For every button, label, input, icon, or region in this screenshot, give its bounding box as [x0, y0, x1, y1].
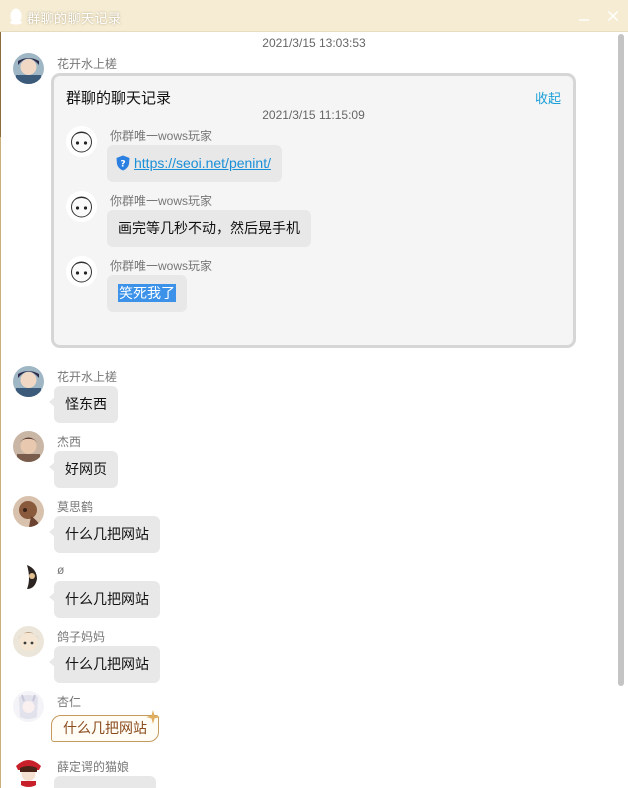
avatar[interactable]	[66, 126, 97, 157]
sender-name: 你群唯一wows玩家	[110, 194, 213, 208]
message-timestamp: 2021/3/15 13:03:53	[262, 36, 366, 50]
avatar[interactable]	[13, 53, 44, 84]
card-timestamp: 2021/3/15 11:15:09	[262, 108, 365, 122]
sender-name: 你群唯一wows玩家	[110, 259, 213, 273]
sender-name: 花开水上槎	[57, 370, 118, 384]
message-bubble[interactable]: 怪东西	[49, 386, 118, 423]
window-left-edge	[0, 32, 1, 788]
message-text: 好网页	[65, 461, 107, 477]
avatar[interactable]	[13, 756, 44, 787]
avatar[interactable]	[66, 191, 97, 222]
avatar[interactable]	[13, 496, 44, 527]
close-button[interactable]	[602, 5, 624, 27]
minimize-button[interactable]	[573, 5, 595, 27]
forwarded-chat-card[interactable]: 群聊的聊天记录 收起 2021/3/15 11:15:09 你群唯一wows玩家…	[51, 73, 576, 348]
close-icon	[608, 11, 618, 21]
message-link[interactable]: https://seoi.net/penint/	[134, 155, 271, 171]
link-message-bubble[interactable]: ? https://seoi.net/penint/	[107, 145, 282, 182]
sparkle-decoration-icon	[146, 710, 160, 724]
shield-question-icon: ?	[116, 155, 130, 171]
avatar[interactable]	[13, 366, 44, 397]
scrollbar-thumb[interactable]	[618, 34, 624, 686]
message-text: 什么几把网站	[65, 656, 149, 672]
message-bubble[interactable]: 什么几把网站	[49, 646, 160, 683]
window-title: 群聊的聊天记录	[27, 11, 122, 26]
sender-name: 花开水上槎	[57, 57, 118, 71]
message-text: 什么几把网站	[65, 526, 149, 542]
sender-name: 薛定谔的猫娘	[57, 760, 130, 774]
sender-name: 鸽子妈妈	[57, 630, 106, 644]
message-bubble[interactable]	[49, 776, 156, 788]
message-text: 怪东西	[65, 396, 107, 412]
message-bubble[interactable]: 什么几把网站	[49, 516, 160, 553]
qq-penguin-icon	[10, 8, 22, 25]
avatar[interactable]	[13, 691, 44, 722]
message-text: 什么几把网站	[63, 720, 147, 736]
sender-name: 莫思鹤	[57, 500, 94, 514]
card-title: 群聊的聊天记录	[66, 90, 172, 107]
message-bubble[interactable]: 笑死我了	[107, 275, 187, 312]
minimize-icon	[579, 19, 589, 21]
message-text: 画完等几秒不动，然后晃手机	[118, 220, 300, 236]
collapse-link[interactable]: 收起	[535, 88, 561, 107]
avatar[interactable]	[66, 256, 97, 287]
decorated-message-bubble[interactable]: 什么几把网站	[51, 715, 159, 742]
sender-name: 杏仁	[57, 695, 82, 709]
message-bubble[interactable]: 画完等几秒不动，然后晃手机	[107, 210, 311, 247]
sender-name: ø	[57, 563, 65, 577]
avatar[interactable]	[13, 431, 44, 462]
sender-name: 杰西	[57, 435, 82, 449]
svg-text:?: ?	[120, 160, 125, 170]
message-text: 什么几把网站	[65, 591, 149, 607]
selected-message-text: 笑死我了	[118, 284, 176, 302]
sender-name: 你群唯一wows玩家	[110, 129, 213, 143]
avatar[interactable]	[13, 626, 44, 657]
title-bar: 群聊的聊天记录	[0, 0, 628, 32]
message-bubble[interactable]: 好网页	[49, 451, 118, 488]
avatar[interactable]	[13, 561, 44, 592]
message-bubble[interactable]: 什么几把网站	[49, 581, 160, 618]
